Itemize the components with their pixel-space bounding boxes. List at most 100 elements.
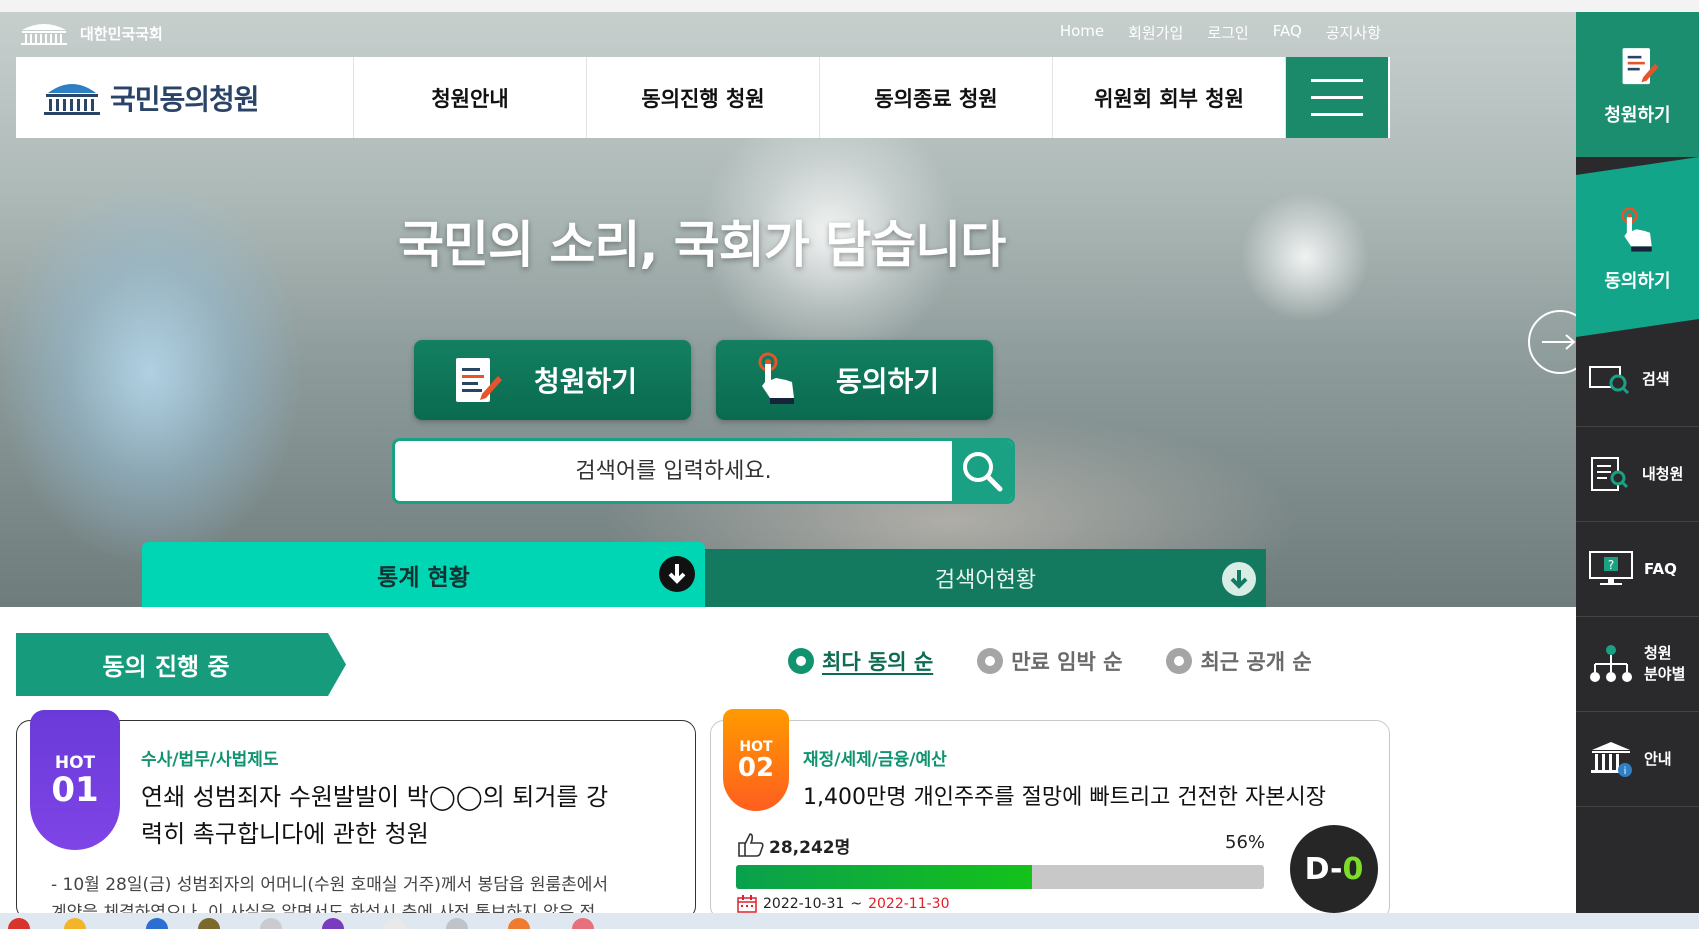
- sort-expiring[interactable]: 만료 임박 순: [977, 646, 1122, 676]
- monitor-question-icon: ?: [1589, 551, 1633, 585]
- sort-options: 최다 동의 순 만료 임박 순 최근 공개 순: [788, 646, 1312, 676]
- app-icon[interactable]: [8, 918, 30, 929]
- calendar-icon: [737, 895, 757, 913]
- hot-badge-rank: 02: [737, 753, 775, 783]
- period-sep: ~: [850, 896, 863, 912]
- sort-expiring-label: 만료 임박 순: [1011, 650, 1123, 674]
- hand-pointer-icon: [758, 352, 794, 404]
- sidebar-item-info[interactable]: i 안내: [1576, 712, 1699, 807]
- document-pen-icon: [1622, 47, 1659, 84]
- brand-name: 국민동의청원: [110, 82, 260, 116]
- search-window-icon: [1589, 366, 1630, 394]
- download-arrow-icon: [659, 556, 695, 592]
- app-icon[interactable]: [322, 918, 344, 929]
- download-arrow-icon: [1222, 562, 1256, 596]
- petition-summary-line1: - 10월 28일(금) 성범죄자의 어머니(수원 호매실 거주)께서 봉담읍 …: [51, 875, 609, 895]
- progress-bar-fill: [736, 865, 1032, 889]
- sidebar-item-category[interactable]: 청원 분야별: [1576, 617, 1699, 712]
- hot-badge-rank: 01: [51, 770, 99, 810]
- app-icon[interactable]: [572, 918, 594, 929]
- my-petition-icon: [1591, 457, 1629, 491]
- app-icon[interactable]: [384, 918, 406, 929]
- assembly-logo[interactable]: 대한민국국회: [18, 20, 163, 46]
- util-link-faq[interactable]: FAQ: [1273, 22, 1302, 43]
- petition-title-line1: 연쇄 성범죄자 수원발발이 박◯◯의 퇴거를 강: [141, 783, 609, 811]
- app-icon[interactable]: [64, 918, 86, 929]
- util-link-notice[interactable]: 공지사항: [1326, 22, 1381, 43]
- hamburger-line: [1311, 96, 1363, 99]
- section-title: 동의 진행 중: [102, 653, 230, 681]
- app-icon[interactable]: [146, 918, 168, 929]
- tab-search-trends[interactable]: 검색어현황: [705, 549, 1266, 607]
- search-button[interactable]: [952, 441, 1012, 501]
- sidebar-item-faq-label: FAQ: [1644, 559, 1677, 578]
- brand-logo[interactable]: 국민동의청원: [16, 57, 354, 138]
- sort-recent-label: 최근 공개 순: [1200, 650, 1312, 674]
- sidebar-petition-label: 청원하기: [1604, 104, 1671, 126]
- app-icon[interactable]: [198, 918, 220, 929]
- search-box: [392, 438, 1015, 504]
- hamburger-line: [1311, 79, 1363, 82]
- agree-button[interactable]: 동의하기: [716, 340, 993, 420]
- petition-category: 재정/세제/금융/예산: [803, 750, 947, 770]
- sidebar-item-info-label: 안내: [1644, 749, 1672, 768]
- nav-item-closed[interactable]: 동의종료 청원: [820, 57, 1053, 138]
- nav-item-guide[interactable]: 청원안내: [354, 57, 587, 138]
- hamburger-menu-button[interactable]: [1286, 57, 1388, 138]
- hamburger-line: [1311, 113, 1363, 116]
- document-pen-icon: [456, 358, 502, 402]
- hero-title: 국민의 소리, 국회가 담습니다: [398, 216, 1006, 274]
- sidebar-item-my-petition[interactable]: 내청원: [1576, 427, 1699, 522]
- sidebar-item-search[interactable]: 검색: [1576, 332, 1699, 427]
- agree-count-value: 28,242명: [769, 837, 851, 858]
- sidebar-item-category-line2: 분야별: [1644, 665, 1686, 683]
- hand-pointer-icon: [1620, 207, 1652, 252]
- sidebar-petition-button[interactable]: 청원하기: [1576, 12, 1699, 157]
- petition-card[interactable]: 재정/세제/금융/예산 1,400만명 개인주주를 절망에 빠트리고 건전한 자…: [710, 720, 1390, 920]
- agree-button-label: 동의하기: [836, 365, 940, 398]
- sidebar-item-faq[interactable]: ? FAQ: [1576, 522, 1699, 617]
- nav-item-committee[interactable]: 위원회 회부 청원: [1053, 57, 1286, 138]
- app-icon[interactable]: [446, 918, 468, 929]
- d-day-value: 0: [1342, 851, 1364, 887]
- sidebar-item-category-line1: 청원: [1644, 644, 1672, 662]
- sort-most-agreed[interactable]: 최다 동의 순: [788, 646, 933, 676]
- os-taskbar: [0, 913, 1699, 929]
- petition-category: 수사/법무/사법제도: [141, 750, 279, 770]
- sidebar-item-search-label: 검색: [1642, 369, 1670, 388]
- petition-period: 2022-10-31 ~ 2022-11-30: [737, 895, 949, 913]
- agree-count: 28,242명: [737, 832, 850, 858]
- period-end: 2022-11-30: [868, 896, 950, 912]
- radio-selected-icon: [788, 648, 814, 674]
- tab-stats-label: 통계 현황: [377, 564, 470, 591]
- petition-title[interactable]: 1,400만명 개인주주를 절망에 빠트리고 건전한 자본시장: [803, 779, 1326, 816]
- petition-button[interactable]: 청원하기: [414, 340, 691, 420]
- petition-button-label: 청원하기: [534, 365, 638, 398]
- petition-title[interactable]: 연쇄 성범죄자 수원발발이 박◯◯의 퇴거를 강 력히 촉구합니다에 관한 청원: [141, 779, 608, 853]
- search-input[interactable]: [395, 441, 952, 501]
- d-day-prefix: D-: [1304, 851, 1343, 887]
- thumbs-up-icon: [738, 833, 764, 857]
- progress-percent: 56%: [1225, 832, 1266, 853]
- petition-title-line2: 력히 촉구합니다에 관한 청원: [141, 820, 429, 848]
- sidebar-agree-label: 동의하기: [1604, 271, 1671, 292]
- nav-item-ongoing[interactable]: 동의진행 청원: [587, 57, 820, 138]
- sort-most-agreed-label: 최다 동의 순: [822, 650, 934, 674]
- sidebar-item-my-petition-label: 내청원: [1642, 464, 1684, 483]
- app-icon[interactable]: [508, 918, 530, 929]
- assembly-building-icon: [21, 24, 67, 45]
- tab-search-label: 검색어현황: [934, 568, 1037, 593]
- util-link-home[interactable]: Home: [1060, 22, 1104, 43]
- sidebar-item-category-label: 청원 분야별: [1644, 643, 1685, 685]
- period-start: 2022-10-31: [763, 896, 845, 912]
- assembly-info-icon: i: [1591, 742, 1632, 777]
- tab-stats[interactable]: 통계 현황: [142, 542, 705, 607]
- util-link-login[interactable]: 로그인: [1207, 22, 1248, 43]
- app-icon[interactable]: [260, 918, 282, 929]
- svg-text:i: i: [1624, 766, 1627, 777]
- search-icon: [963, 452, 1003, 492]
- hot-badge: HOT 02: [723, 709, 789, 811]
- util-link-signup[interactable]: 회원가입: [1128, 22, 1183, 43]
- sort-recent[interactable]: 최근 공개 순: [1166, 646, 1312, 676]
- sidebar-agree-button[interactable]: 동의하기: [1576, 157, 1699, 337]
